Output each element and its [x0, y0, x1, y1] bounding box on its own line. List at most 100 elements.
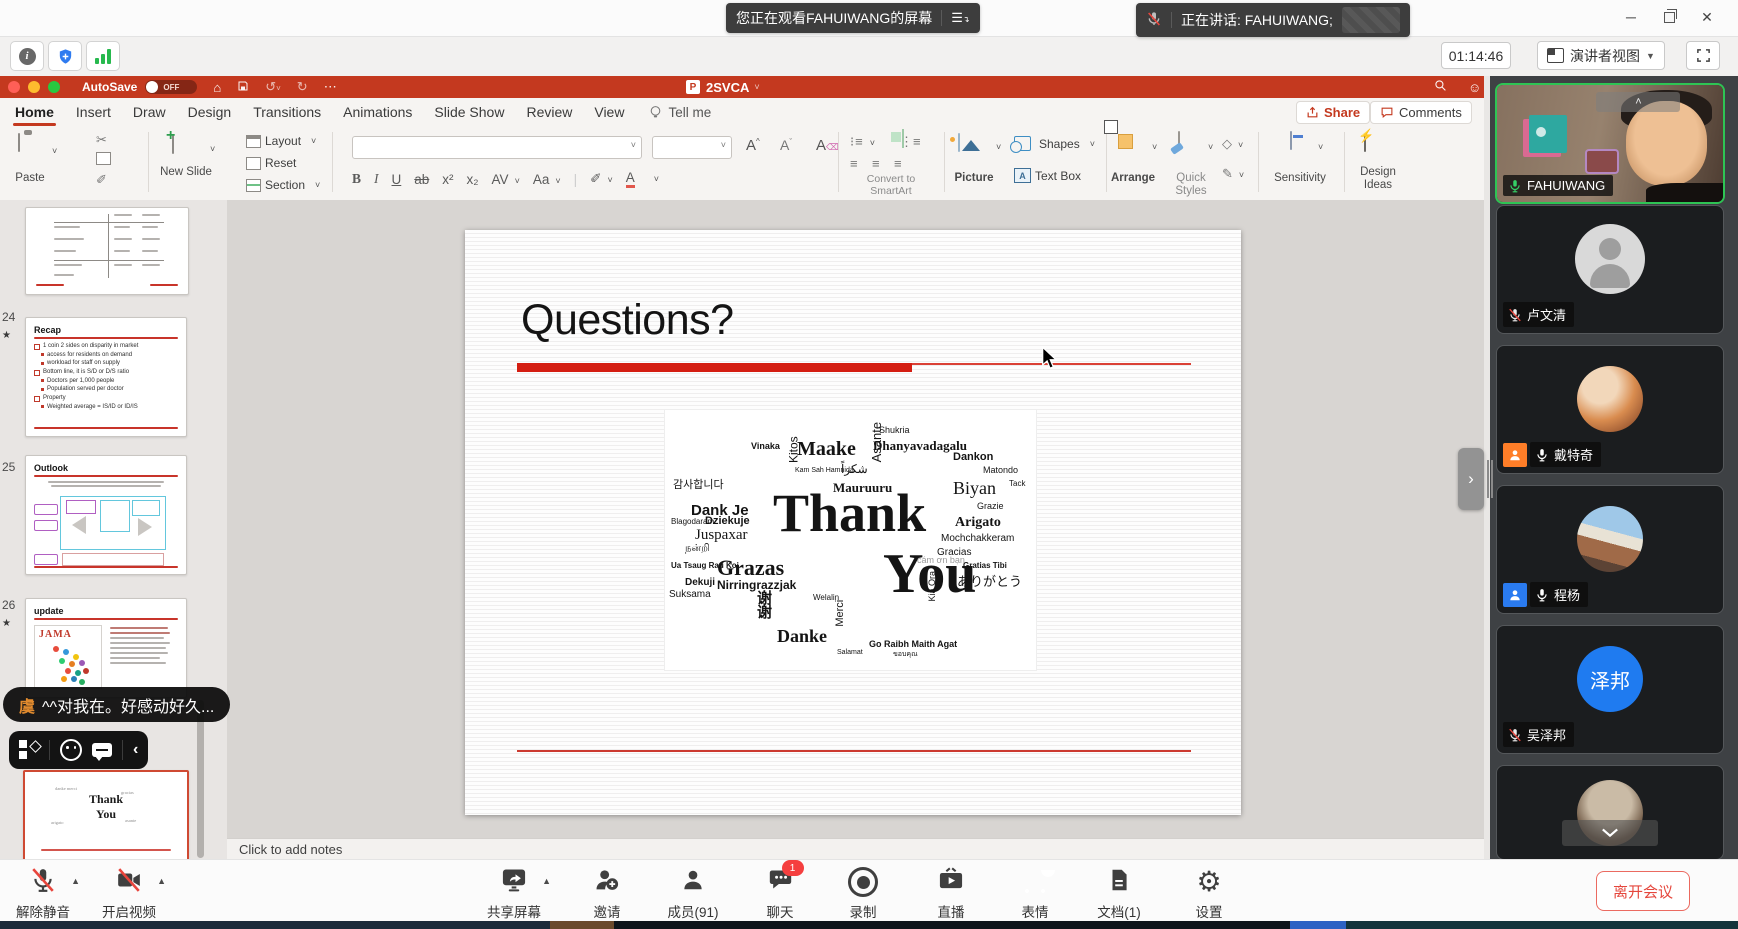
copy-icon[interactable] — [96, 152, 111, 170]
quick-styles-button[interactable] — [1178, 132, 1180, 150]
network-status-button[interactable] — [86, 41, 120, 71]
underline-button[interactable]: U — [392, 172, 402, 187]
toolbar-invite-button[interactable]: 邀请 — [564, 866, 650, 921]
mac-close-button[interactable] — [8, 81, 20, 93]
leave-meeting-button[interactable]: 离开会议 — [1596, 871, 1690, 911]
ribbon-tab-insert[interactable]: Insert — [65, 99, 122, 126]
ribbon-tab-home[interactable]: Home — [4, 99, 65, 126]
participant-tile-程杨[interactable]: 程杨 — [1496, 485, 1724, 614]
mac-minimize-button[interactable] — [28, 81, 40, 93]
toolbar-share-screen-button[interactable]: 共享屏幕▲ — [471, 866, 557, 921]
thank-you-wordcloud-image[interactable]: ThankYouGrazas谢谢DankeMerciDank Je감사합니다Ju… — [665, 410, 1036, 670]
panel-collapse-handle[interactable]: › — [1458, 448, 1484, 510]
align-right-icon[interactable]: ≡ — [894, 156, 902, 171]
decrease-font-button[interactable]: Aˇ — [780, 137, 792, 153]
restore-button[interactable] — [1650, 4, 1688, 30]
more-commands-icon[interactable]: ⋯ — [324, 79, 337, 95]
shapes-button[interactable]: Shapes˅ — [1014, 136, 1095, 151]
ribbon-tab-review[interactable]: Review — [515, 99, 583, 126]
search-icon[interactable] — [1434, 79, 1447, 95]
sensitivity-button[interactable] — [1290, 132, 1292, 150]
toolbar-live-button[interactable]: 直播 — [908, 866, 994, 921]
picture-button[interactable] — [958, 134, 960, 152]
slide-title[interactable]: Questions? — [521, 296, 734, 345]
title-chevron-icon[interactable]: ˅ — [754, 82, 759, 92]
toolbar-chat-button[interactable]: 1聊天 — [737, 866, 823, 921]
convert-smartart-label[interactable]: Convert to SmartArt — [848, 174, 934, 197]
scroll-more-participants-button[interactable] — [1562, 820, 1658, 846]
participant-tile-戴特奇[interactable]: 戴特奇 — [1496, 345, 1724, 474]
home-icon[interactable]: ⌂ — [213, 80, 221, 95]
collapse-left-icon[interactable]: ‹ — [133, 741, 138, 759]
tell-me-button[interactable]: Tell me — [649, 105, 711, 120]
notes-pane[interactable]: Click to add notes — [227, 838, 1484, 859]
strikethrough-button[interactable]: ab — [414, 172, 429, 187]
toolbar-record-button[interactable]: 录制 — [820, 866, 906, 921]
ribbon-tab-view[interactable]: View — [583, 99, 635, 126]
text-box-button[interactable]: AText Box — [1014, 168, 1081, 183]
layout-switch-icon[interactable]: ☰↴ — [951, 10, 969, 26]
close-button[interactable]: ✕ — [1688, 4, 1726, 30]
paste-button[interactable] — [18, 134, 20, 152]
new-slide-button[interactable] — [172, 136, 174, 154]
toolbar-emoji-button[interactable]: 表情 — [992, 866, 1078, 921]
align-left-icon[interactable]: ≡ — [850, 156, 858, 171]
mac-zoom-button[interactable] — [48, 81, 60, 93]
reset-button[interactable]: Reset — [246, 156, 296, 170]
ribbon-tab-design[interactable]: Design — [177, 99, 243, 126]
slide-thumbnail-27-selected[interactable]: danke merci gracias arigato asante Thank… — [23, 770, 189, 862]
chat-window-icon[interactable] — [92, 743, 112, 757]
minimize-button[interactable]: ─ — [1612, 4, 1650, 30]
layout-button[interactable]: Layout˅ — [246, 134, 316, 148]
undo-icon[interactable]: ↺˅ — [265, 79, 281, 95]
shape-outline-button[interactable]: ✎˅ — [1222, 166, 1244, 182]
slide-thumbnail-25[interactable]: Outlook — [25, 455, 187, 575]
participant-tile-卢文清[interactable]: 卢文清 — [1496, 205, 1724, 334]
design-ideas-button[interactable] — [1364, 134, 1366, 152]
italic-button[interactable]: I — [374, 171, 379, 187]
options-arrow-icon[interactable]: ▲ — [542, 876, 551, 886]
toolbar-docs-button[interactable]: 文档(1) — [1076, 866, 1162, 921]
feedback-smiley-icon[interactable]: ☺ — [1468, 80, 1481, 95]
ribbon-tab-animations[interactable]: Animations — [332, 99, 423, 126]
increase-font-button[interactable]: A^ — [746, 137, 760, 154]
apps-grid-icon[interactable] — [19, 740, 39, 760]
security-button[interactable] — [48, 41, 82, 71]
participant-tile-more[interactable] — [1496, 765, 1724, 860]
fullscreen-button[interactable] — [1686, 41, 1720, 70]
format-painter-icon[interactable]: ✐ — [96, 172, 107, 188]
font-name-combobox[interactable] — [352, 136, 642, 159]
font-color-button[interactable]: A — [626, 170, 635, 188]
chat-message-toast[interactable]: 虞 ^^对我在。好感动好久... — [3, 687, 230, 722]
emoji-reaction-icon[interactable] — [60, 739, 82, 761]
character-spacing-button[interactable]: AV˅ — [492, 172, 520, 187]
highlight-button[interactable]: ✐˅ — [590, 171, 613, 187]
toolbar-members-button[interactable]: 成员(91) — [650, 866, 736, 921]
toolbar-start-video-button[interactable]: 开启视频▲ — [86, 866, 172, 921]
comments-button[interactable]: Comments — [1370, 101, 1472, 124]
toolbar-unmute-button[interactable]: 解除静音▲ — [0, 866, 86, 921]
superscript-button[interactable]: x² — [442, 172, 453, 187]
ribbon-tab-transitions[interactable]: Transitions — [242, 99, 332, 126]
clear-formatting-button[interactable]: A⌫ — [816, 137, 839, 154]
subscript-button[interactable]: x₂ — [467, 172, 479, 187]
shape-fill-button[interactable]: ◇˅ — [1222, 136, 1243, 152]
save-icon[interactable] — [237, 80, 249, 95]
participant-tile-吴泽邦[interactable]: 泽邦吴泽邦 — [1496, 625, 1724, 754]
ribbon-tab-draw[interactable]: Draw — [122, 99, 177, 126]
slide-thumbnail-24[interactable]: Recap 1 coin 2 sides on disparity in mar… — [25, 317, 187, 437]
participant-tile-FAHUIWANG[interactable]: ˄FAHUIWANG — [1495, 83, 1725, 204]
meeting-info-button[interactable]: i — [10, 41, 44, 71]
bold-button[interactable]: B — [352, 171, 361, 187]
section-button[interactable]: Section˅ — [246, 178, 320, 192]
options-arrow-icon[interactable]: ▲ — [71, 876, 80, 886]
slide-thumbnail-partial[interactable] — [25, 207, 189, 295]
font-size-combobox[interactable] — [652, 136, 732, 159]
share-button[interactable]: Share — [1296, 101, 1370, 124]
current-slide[interactable]: Questions? ThankYouGrazas谢谢DankeMerciDan… — [465, 230, 1241, 815]
align-center-icon[interactable]: ≡ — [872, 156, 880, 171]
smartart-icon[interactable] — [902, 130, 904, 148]
cut-icon[interactable]: ✂ — [96, 132, 107, 148]
thumbnail-scrollbar[interactable] — [197, 700, 204, 858]
redo-icon[interactable]: ↻ — [297, 79, 308, 95]
